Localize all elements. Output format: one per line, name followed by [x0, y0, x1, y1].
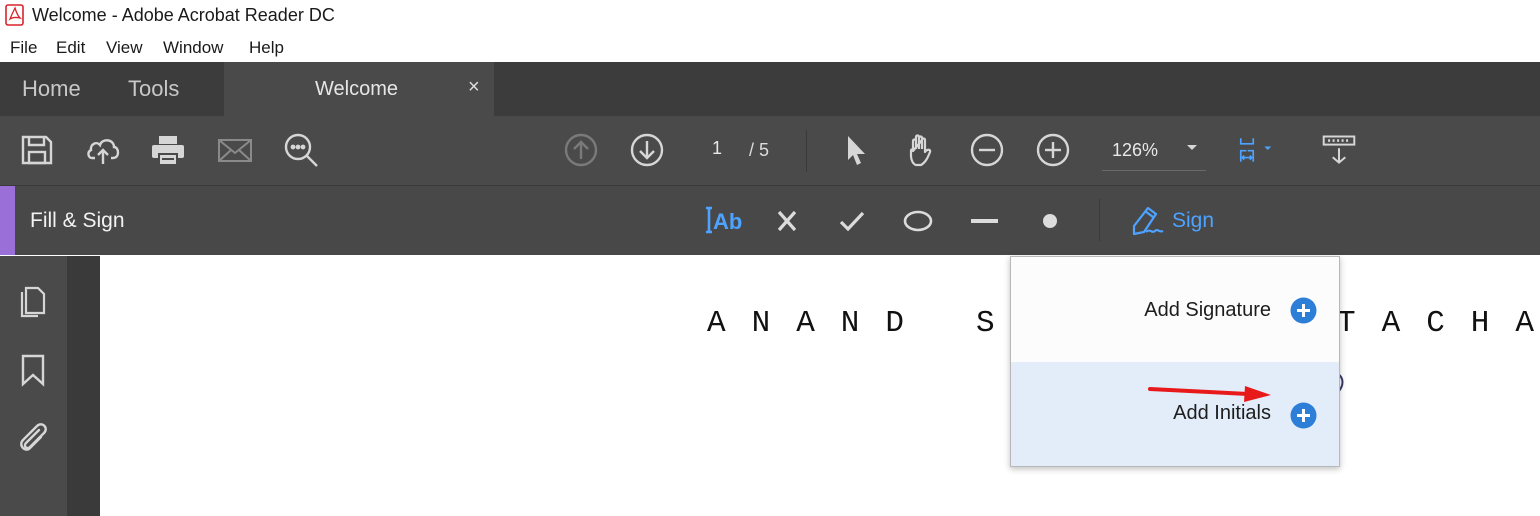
- fill-sign-toolbar: Fill & Sign Ab Sign: [0, 186, 1540, 255]
- left-nav-panel: [0, 256, 67, 516]
- cross-tool-button[interactable]: [770, 204, 804, 238]
- line-tool-button[interactable]: [967, 204, 1001, 238]
- plus-circle-icon: [1290, 297, 1317, 324]
- cross-mark-icon: [777, 210, 797, 232]
- tab-home[interactable]: Home: [22, 76, 81, 102]
- print-icon: [152, 136, 184, 166]
- zoom-out-button[interactable]: [969, 132, 1005, 168]
- page-fit-icon: [1239, 138, 1272, 162]
- ellipse-icon: [903, 210, 933, 232]
- hand-tool-button[interactable]: [903, 132, 939, 168]
- select-pointer-icon: [848, 136, 865, 165]
- document-tab-label: Welcome: [315, 78, 398, 100]
- cloud-upload-icon: [87, 139, 120, 164]
- pages-button[interactable]: [16, 282, 50, 318]
- fill-sign-divider: [1099, 199, 1100, 241]
- pdf-icon: [5, 4, 24, 26]
- main-toolbar: 1 / 5 126%: [0, 116, 1540, 186]
- plus-circle-icon: [1290, 402, 1317, 429]
- email-button[interactable]: [217, 132, 253, 168]
- menu-bar: File Edit View Window Help: [0, 32, 1540, 62]
- svg-text:Ab: Ab: [713, 209, 742, 234]
- menu-window[interactable]: Window: [163, 38, 223, 58]
- pen-sign-icon: [1132, 206, 1164, 236]
- dot-tool-button[interactable]: [1033, 204, 1067, 238]
- add-signature-item[interactable]: Add Signature: [1011, 257, 1339, 359]
- pages-icon: [20, 286, 46, 318]
- zoom-in-icon: [1036, 133, 1070, 167]
- save-icon: [21, 135, 53, 165]
- menu-file[interactable]: File: [10, 38, 37, 58]
- print-button[interactable]: [150, 132, 186, 168]
- zoom-select[interactable]: 126%: [1102, 130, 1206, 171]
- line-icon: [971, 219, 998, 223]
- attachment-icon: [20, 423, 47, 451]
- attachments-button[interactable]: [16, 420, 50, 456]
- menu-help[interactable]: Help: [249, 38, 284, 58]
- page-up-icon: [564, 133, 598, 167]
- tab-document[interactable]: Welcome ×: [224, 62, 494, 116]
- menu-view[interactable]: View: [106, 38, 143, 58]
- hand-icon: [909, 134, 932, 167]
- fill-sign-title: Fill & Sign: [30, 209, 125, 232]
- tab-tools[interactable]: Tools: [128, 76, 179, 102]
- title-bar: Welcome - Adobe Acrobat Reader DC: [0, 0, 1540, 32]
- search-button[interactable]: [283, 132, 319, 168]
- document-gutter: [67, 256, 100, 516]
- add-initials-item[interactable]: Add Initials: [1011, 362, 1339, 466]
- dot-icon: [1043, 214, 1057, 228]
- bookmarks-button[interactable]: [16, 352, 50, 388]
- email-icon: [218, 139, 252, 162]
- upload-button[interactable]: [85, 132, 121, 168]
- zoom-in-button[interactable]: [1035, 132, 1071, 168]
- search-icon: [284, 133, 318, 167]
- ellipse-tool-button[interactable]: [901, 204, 935, 238]
- page-total: / 5: [749, 140, 770, 160]
- close-icon[interactable]: ×: [468, 76, 480, 99]
- bookmark-icon: [21, 354, 45, 387]
- read-mode-button[interactable]: [1321, 132, 1361, 168]
- zoom-value: 126%: [1112, 140, 1159, 160]
- add-signature-label: Add Signature: [1144, 299, 1271, 321]
- menu-edit[interactable]: Edit: [56, 38, 85, 58]
- save-button[interactable]: [19, 132, 55, 168]
- tab-bar: Home Tools Welcome ×: [0, 62, 1540, 116]
- page-fit-button[interactable]: [1238, 132, 1290, 168]
- fill-sign-accent: [0, 186, 15, 255]
- page-number-input[interactable]: 1: [697, 138, 737, 164]
- zoom-out-icon: [970, 133, 1004, 167]
- check-tool-button[interactable]: [835, 204, 869, 238]
- add-text-button[interactable]: Ab: [703, 204, 743, 238]
- toolbar-divider: [806, 130, 807, 172]
- red-arrow-annotation: [1148, 386, 1271, 402]
- page-down-icon: [630, 133, 664, 167]
- sign-label: Sign: [1172, 209, 1215, 232]
- next-page-button[interactable]: [629, 132, 665, 168]
- add-text-icon: Ab: [706, 206, 742, 234]
- window-title: Welcome - Adobe Acrobat Reader DC: [32, 5, 335, 25]
- document-text-first-name: ANAND: [707, 306, 931, 341]
- sign-button[interactable]: Sign: [1128, 202, 1228, 238]
- add-initials-label: Add Initials: [1173, 402, 1271, 424]
- document-text-surname: TACHA: [1337, 306, 1540, 341]
- read-mode-icon: [1322, 135, 1356, 164]
- previous-page-button[interactable]: [563, 132, 599, 168]
- check-mark-icon: [839, 211, 865, 232]
- select-tool-button[interactable]: [838, 132, 874, 168]
- chevron-down-icon: [1187, 145, 1197, 150]
- sign-dropdown-menu: Add Signature Add Initials: [1010, 256, 1340, 467]
